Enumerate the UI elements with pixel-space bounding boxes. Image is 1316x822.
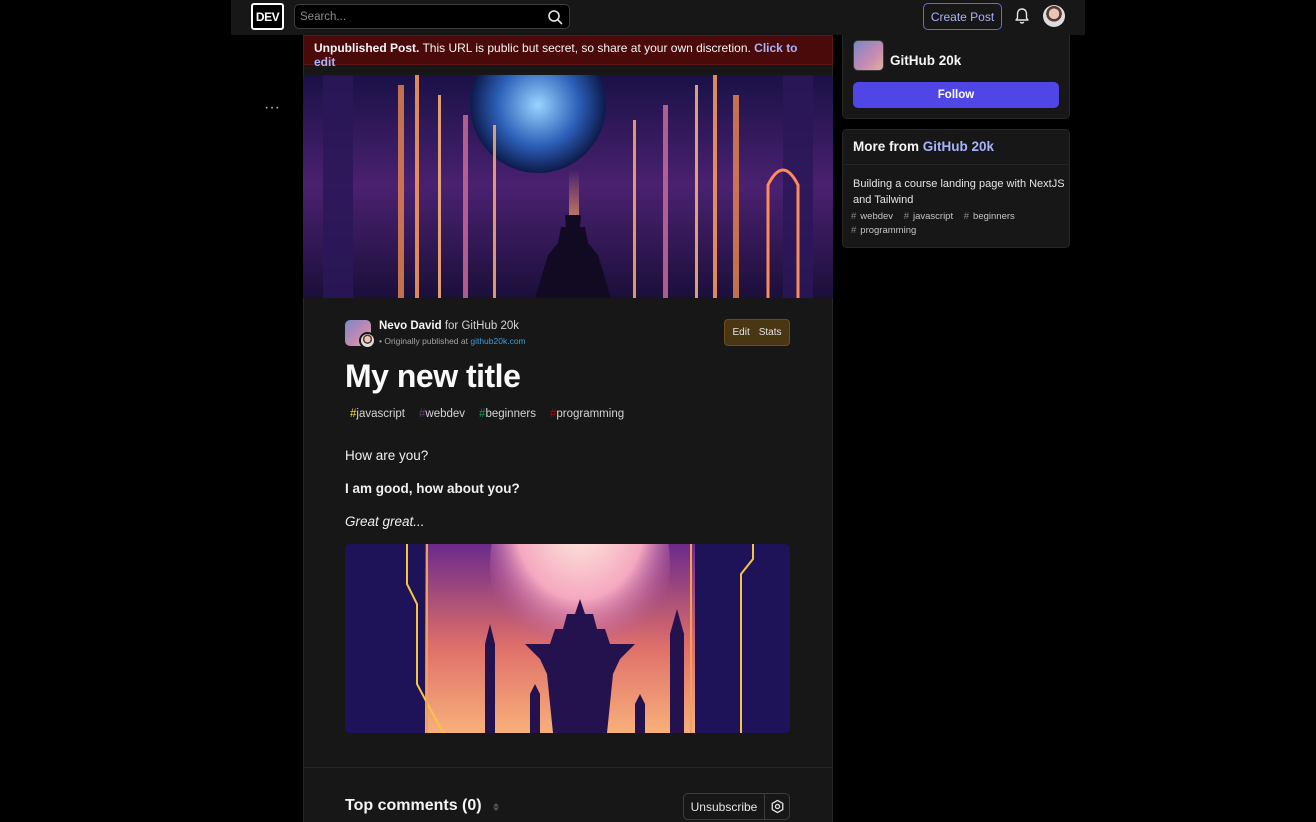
org-name[interactable]: GitHub 20k xyxy=(890,53,961,68)
tag-label: javascript xyxy=(912,211,954,222)
related-tag[interactable]: # javascript xyxy=(904,211,957,222)
author-line: Nevo David for GitHub 20k xyxy=(379,320,519,332)
follow-button[interactable]: Follow xyxy=(853,82,1059,108)
tag-hash: # xyxy=(851,211,857,222)
banner-text: This URL is public but secret, so share … xyxy=(419,41,755,55)
tag-hash: # xyxy=(963,211,970,222)
article-paragraph-italic: Great great... xyxy=(345,514,425,529)
tag-list: #javascript #webdev #beginners #programm… xyxy=(345,407,629,421)
tag-label: beginners xyxy=(973,211,1015,222)
tag-beginners[interactable]: #beginners xyxy=(474,407,541,421)
article-title: My new title xyxy=(345,358,521,394)
search-icon[interactable] xyxy=(547,9,563,25)
for-text: for xyxy=(441,320,462,332)
cover-image xyxy=(303,75,833,298)
author-avatar[interactable] xyxy=(359,332,376,349)
tag-label: webdev xyxy=(860,211,894,222)
related-tag[interactable]: # beginners xyxy=(964,211,1019,222)
bell-icon[interactable] xyxy=(1013,7,1031,25)
tag-label: beginners xyxy=(485,408,536,420)
tag-label: webdev xyxy=(425,408,466,420)
comments-divider xyxy=(304,767,832,768)
tag-webdev[interactable]: #webdev xyxy=(414,407,470,421)
tag-hash: # xyxy=(851,225,857,236)
search-input[interactable] xyxy=(300,8,540,25)
tag-label: javascript xyxy=(356,408,405,420)
article-paragraph-bold: I am good, how about you? xyxy=(345,481,520,496)
related-post-link[interactable]: Building a course landing page with Next… xyxy=(853,176,1065,208)
tag-javascript[interactable]: #javascript xyxy=(345,407,410,421)
tag-label: programming xyxy=(556,408,625,420)
banner-strong: Unpublished Post. xyxy=(314,41,420,55)
edit-button[interactable]: Edit xyxy=(732,327,749,338)
subscription-settings-button[interactable] xyxy=(764,793,790,820)
more-from-org-link[interactable]: GitHub 20k xyxy=(923,139,994,154)
more-from-heading: More from GitHub 20k xyxy=(853,139,994,154)
tag-hash: # xyxy=(903,211,909,222)
orig-link[interactable]: github20k.com xyxy=(470,336,525,346)
article-image xyxy=(345,544,790,733)
org-avatar[interactable] xyxy=(853,40,884,71)
originally-published: • Originally published at github20k.com xyxy=(379,336,526,346)
related-tag[interactable]: # webdev xyxy=(851,211,897,222)
create-post-button[interactable]: Create Post xyxy=(923,3,1002,30)
search-box[interactable] xyxy=(294,4,570,29)
comments-heading: Top comments (0) xyxy=(345,797,482,814)
sort-icon[interactable] xyxy=(490,799,502,815)
stats-button[interactable]: Stats xyxy=(759,327,782,338)
org-name-link[interactable]: GitHub 20k xyxy=(461,320,519,332)
tag-programming[interactable]: #programming xyxy=(545,407,629,421)
related-post-tags: # webdev # javascript # beginners # programm… xyxy=(851,210,1063,238)
more-from-prefix: More from xyxy=(853,139,923,154)
related-tag[interactable]: # programming xyxy=(851,225,920,236)
author-actions: Edit Stats xyxy=(724,319,790,346)
unsubscribe-button[interactable]: Unsubscribe xyxy=(683,793,765,820)
gear-icon xyxy=(771,799,783,814)
unpublished-banner: Unpublished Post. This URL is public but… xyxy=(303,35,833,69)
dev-logo[interactable]: DEV xyxy=(251,3,284,30)
user-avatar[interactable] xyxy=(1043,5,1065,27)
article-paragraph: How are you? xyxy=(345,448,429,463)
tag-label: programming xyxy=(860,225,917,236)
orig-prefix: • Originally published at xyxy=(379,336,471,346)
more-options-icon[interactable]: ··· xyxy=(262,100,282,116)
author-name-link[interactable]: Nevo David xyxy=(379,320,442,332)
card-divider xyxy=(843,164,1069,165)
